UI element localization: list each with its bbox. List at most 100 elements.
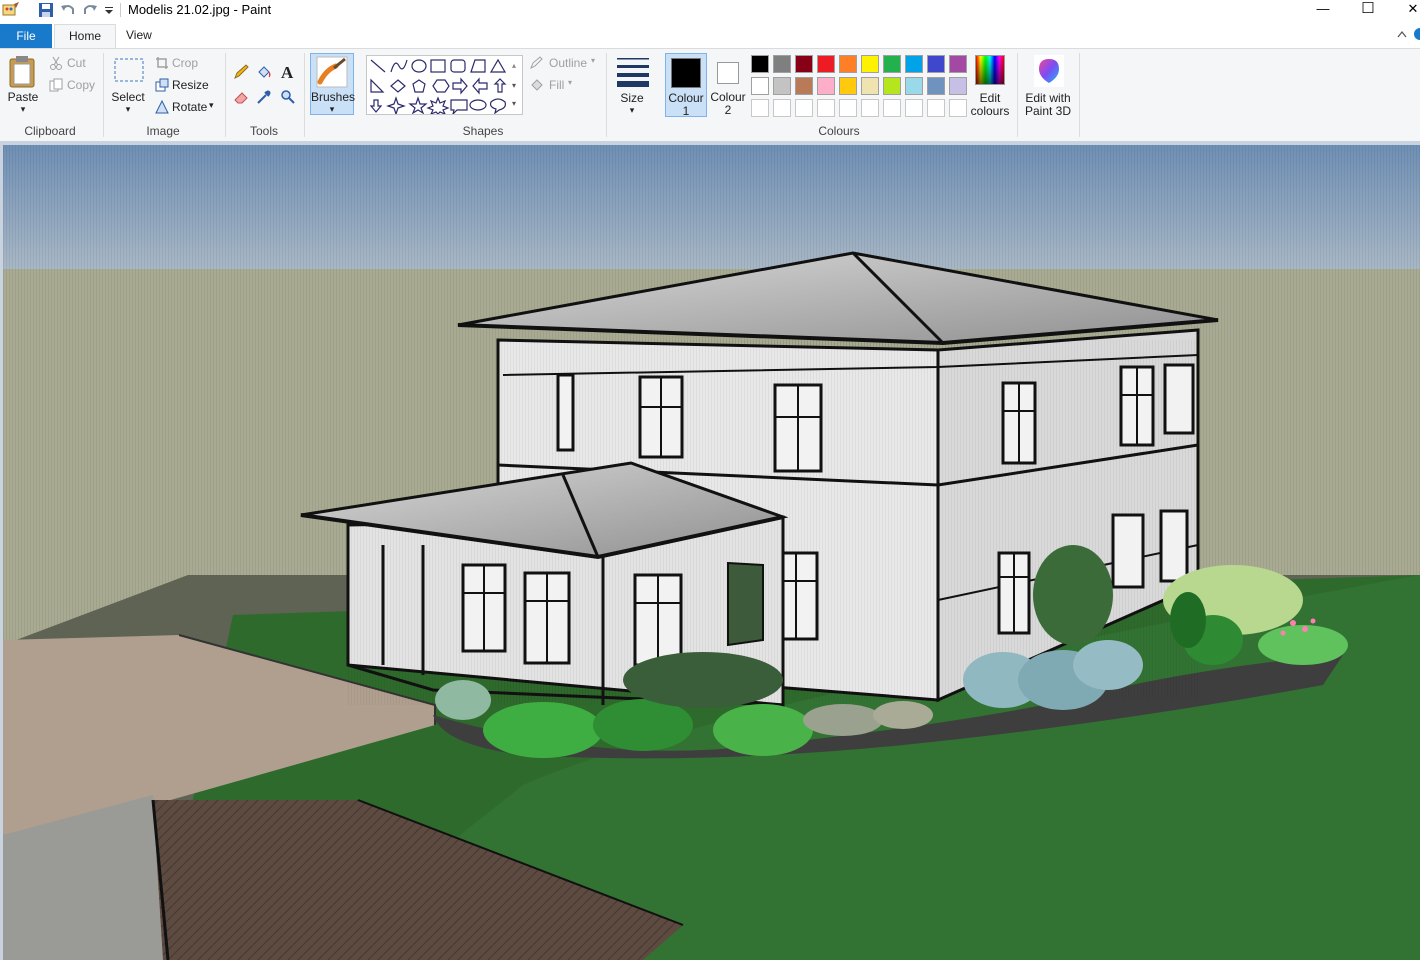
- colour-1-selector[interactable]: Colour 1: [665, 53, 707, 118]
- colour-1-swatch: [671, 58, 701, 88]
- customize-quick-access-icon[interactable]: [104, 2, 114, 18]
- select-dropdown-icon[interactable]: ▾: [108, 103, 148, 116]
- redo-icon[interactable]: [82, 2, 98, 18]
- copy-icon: [49, 78, 63, 92]
- colour-2-number: 2: [724, 103, 732, 117]
- custom-colour-swatch[interactable]: [905, 99, 923, 117]
- title-bar: Modelis 21.02.jpg - Paint — ☐ ✕: [0, 0, 1420, 22]
- help-icon[interactable]: [1414, 28, 1420, 40]
- palette-swatch[interactable]: [949, 77, 967, 95]
- custom-colour-swatch[interactable]: [773, 99, 791, 117]
- undo-icon[interactable]: [60, 2, 76, 18]
- palette-swatch[interactable]: [949, 55, 967, 73]
- palette-swatch[interactable]: [795, 55, 813, 73]
- fill-button[interactable]: Fill: [549, 78, 564, 92]
- group-separator: [103, 53, 104, 137]
- outline-dropdown-icon[interactable]: ▾: [591, 56, 595, 65]
- crop-icon: [156, 57, 168, 69]
- palette-swatch[interactable]: [905, 55, 923, 73]
- ribbon: Paste ▾ Cut Copy Clipboard Select ▾ Crop…: [0, 48, 1420, 142]
- palette-swatch[interactable]: [927, 77, 945, 95]
- colour-2-selector[interactable]: Colour 2: [707, 53, 749, 117]
- paint-app-icon: [2, 2, 19, 16]
- fill-dropdown-icon[interactable]: ▾: [568, 78, 572, 87]
- eraser-icon[interactable]: [233, 89, 249, 105]
- palette-swatch[interactable]: [795, 77, 813, 95]
- palette-swatch[interactable]: [751, 55, 769, 73]
- outline-icon: [530, 56, 543, 70]
- palette-swatch[interactable]: [817, 55, 835, 73]
- brushes-button[interactable]: Brushes ▾: [310, 53, 355, 115]
- magnifier-icon[interactable]: [280, 89, 296, 105]
- rotate-icon: [155, 100, 169, 114]
- shapes-more-icon[interactable]: ▾: [512, 99, 516, 108]
- custom-colour-swatch[interactable]: [927, 99, 945, 117]
- tab-home[interactable]: Home: [54, 24, 117, 49]
- canvas-area: [0, 141, 1420, 960]
- custom-colour-swatch[interactable]: [795, 99, 813, 117]
- window-title: Modelis 21.02.jpg - Paint: [128, 2, 272, 17]
- crop-button[interactable]: Crop: [172, 56, 198, 70]
- cut-button[interactable]: Cut: [67, 56, 86, 70]
- palette-swatch[interactable]: [839, 55, 857, 73]
- house-rendering-image: [3, 145, 1420, 960]
- edit-colours-label: colours: [970, 104, 1010, 118]
- palette-swatch[interactable]: [861, 77, 879, 95]
- palette-swatch[interactable]: [861, 55, 879, 73]
- custom-colour-swatch[interactable]: [949, 99, 967, 117]
- rotate-button[interactable]: Rotate: [172, 100, 207, 114]
- colours-group-label: Colours: [818, 124, 860, 138]
- resize-button[interactable]: Resize: [172, 78, 209, 92]
- brush-icon: [316, 56, 348, 88]
- brushes-dropdown-icon: ▾: [329, 104, 335, 114]
- save-icon[interactable]: [38, 2, 54, 18]
- shapes-scroll-up-icon[interactable]: ▴: [512, 61, 516, 70]
- palette-swatch[interactable]: [751, 77, 769, 95]
- collapse-ribbon-icon[interactable]: [1397, 30, 1407, 38]
- custom-colour-swatch[interactable]: [883, 99, 901, 117]
- group-separator: [1017, 53, 1018, 137]
- group-separator: [606, 53, 607, 137]
- maximize-button[interactable]: ☐: [1345, 0, 1391, 18]
- custom-colour-swatch[interactable]: [817, 99, 835, 117]
- pencil-icon[interactable]: [233, 64, 249, 80]
- text-tool-icon[interactable]: A: [280, 63, 296, 81]
- paste-icon[interactable]: [8, 55, 38, 89]
- shapes-gallery-icons[interactable]: [367, 56, 522, 116]
- custom-colour-swatch[interactable]: [861, 99, 879, 117]
- size-icon[interactable]: [616, 55, 650, 87]
- palette-swatch[interactable]: [773, 55, 791, 73]
- fill-bucket-icon[interactable]: [256, 64, 272, 80]
- select-icon[interactable]: [113, 57, 145, 85]
- resize-icon: [155, 78, 169, 92]
- palette-swatch[interactable]: [773, 77, 791, 95]
- paste-dropdown-icon[interactable]: ▾: [2, 103, 44, 116]
- rotate-dropdown-icon[interactable]: ▾: [209, 100, 214, 111]
- drawing-canvas[interactable]: [3, 145, 1420, 960]
- colour-picker-icon[interactable]: [256, 89, 272, 105]
- tab-view[interactable]: View: [112, 24, 166, 47]
- size-dropdown-icon[interactable]: ▾: [612, 104, 652, 117]
- outline-button[interactable]: Outline: [549, 56, 587, 70]
- clipboard-group-label: Clipboard: [24, 124, 76, 138]
- group-separator: [1079, 53, 1080, 137]
- copy-button[interactable]: Copy: [67, 78, 95, 92]
- custom-colour-swatch[interactable]: [839, 99, 857, 117]
- palette-swatch[interactable]: [905, 77, 923, 95]
- custom-colour-swatch[interactable]: [751, 99, 769, 117]
- close-button[interactable]: ✕: [1390, 0, 1420, 18]
- palette-swatch[interactable]: [883, 55, 901, 73]
- palette-swatch[interactable]: [817, 77, 835, 95]
- title-divider: [120, 3, 121, 17]
- paint-3d-icon[interactable]: [1034, 55, 1064, 87]
- palette-swatch[interactable]: [927, 55, 945, 73]
- shapes-gallery[interactable]: [366, 55, 523, 116]
- palette-swatch[interactable]: [839, 77, 857, 95]
- minimize-button[interactable]: —: [1300, 0, 1346, 18]
- edit-colours-icon[interactable]: [975, 55, 1005, 85]
- tools-group-label: Tools: [249, 124, 278, 138]
- palette-swatch[interactable]: [883, 77, 901, 95]
- tab-file[interactable]: File: [0, 24, 52, 48]
- image-group-label: Image: [146, 124, 180, 138]
- shapes-scroll-down-icon[interactable]: ▾: [512, 81, 516, 90]
